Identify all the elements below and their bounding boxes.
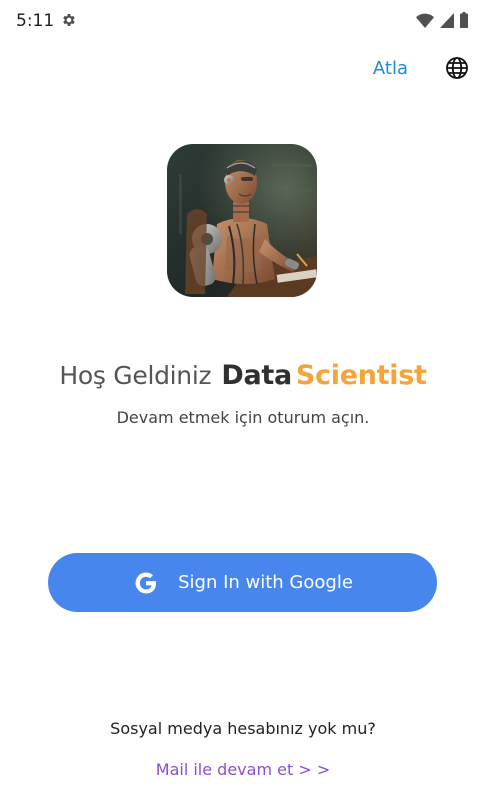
welcome-subtitle: Devam etmek için oturum açın. <box>116 408 370 427</box>
login-screen: 5:11 Atla Hoş Geldiniz Data Scientist De… <box>0 0 486 811</box>
google-sign-in-label: Sign In with Google <box>178 572 353 593</box>
status-time: 5:11 <box>16 11 55 31</box>
status-bar: 5:11 <box>0 0 486 42</box>
no-social-account-text: Sosyal medya hesabınız yok mu? <box>110 719 376 738</box>
wifi-icon <box>416 13 434 28</box>
brand-name-data: Data <box>221 360 292 391</box>
continue-with-mail-link[interactable]: Mail ile devam et > > <box>0 760 486 779</box>
globe-icon[interactable] <box>445 56 469 80</box>
app-logo <box>167 144 317 297</box>
welcome-heading: Hoş Geldiniz Data Scientist <box>0 360 486 391</box>
brand-name-scientist: Scientist <box>295 360 427 391</box>
skip-button[interactable]: Atla <box>373 58 408 79</box>
battery-icon <box>460 12 468 28</box>
google-g-icon <box>135 571 157 593</box>
signal-icon <box>440 12 454 28</box>
settings-icon <box>63 14 75 26</box>
google-sign-in-button[interactable]: Sign In with Google <box>48 553 437 612</box>
welcome-greeting: Hoş Geldiniz <box>59 361 212 390</box>
status-icons <box>416 12 468 28</box>
robot-scientist-illustration <box>167 144 317 297</box>
